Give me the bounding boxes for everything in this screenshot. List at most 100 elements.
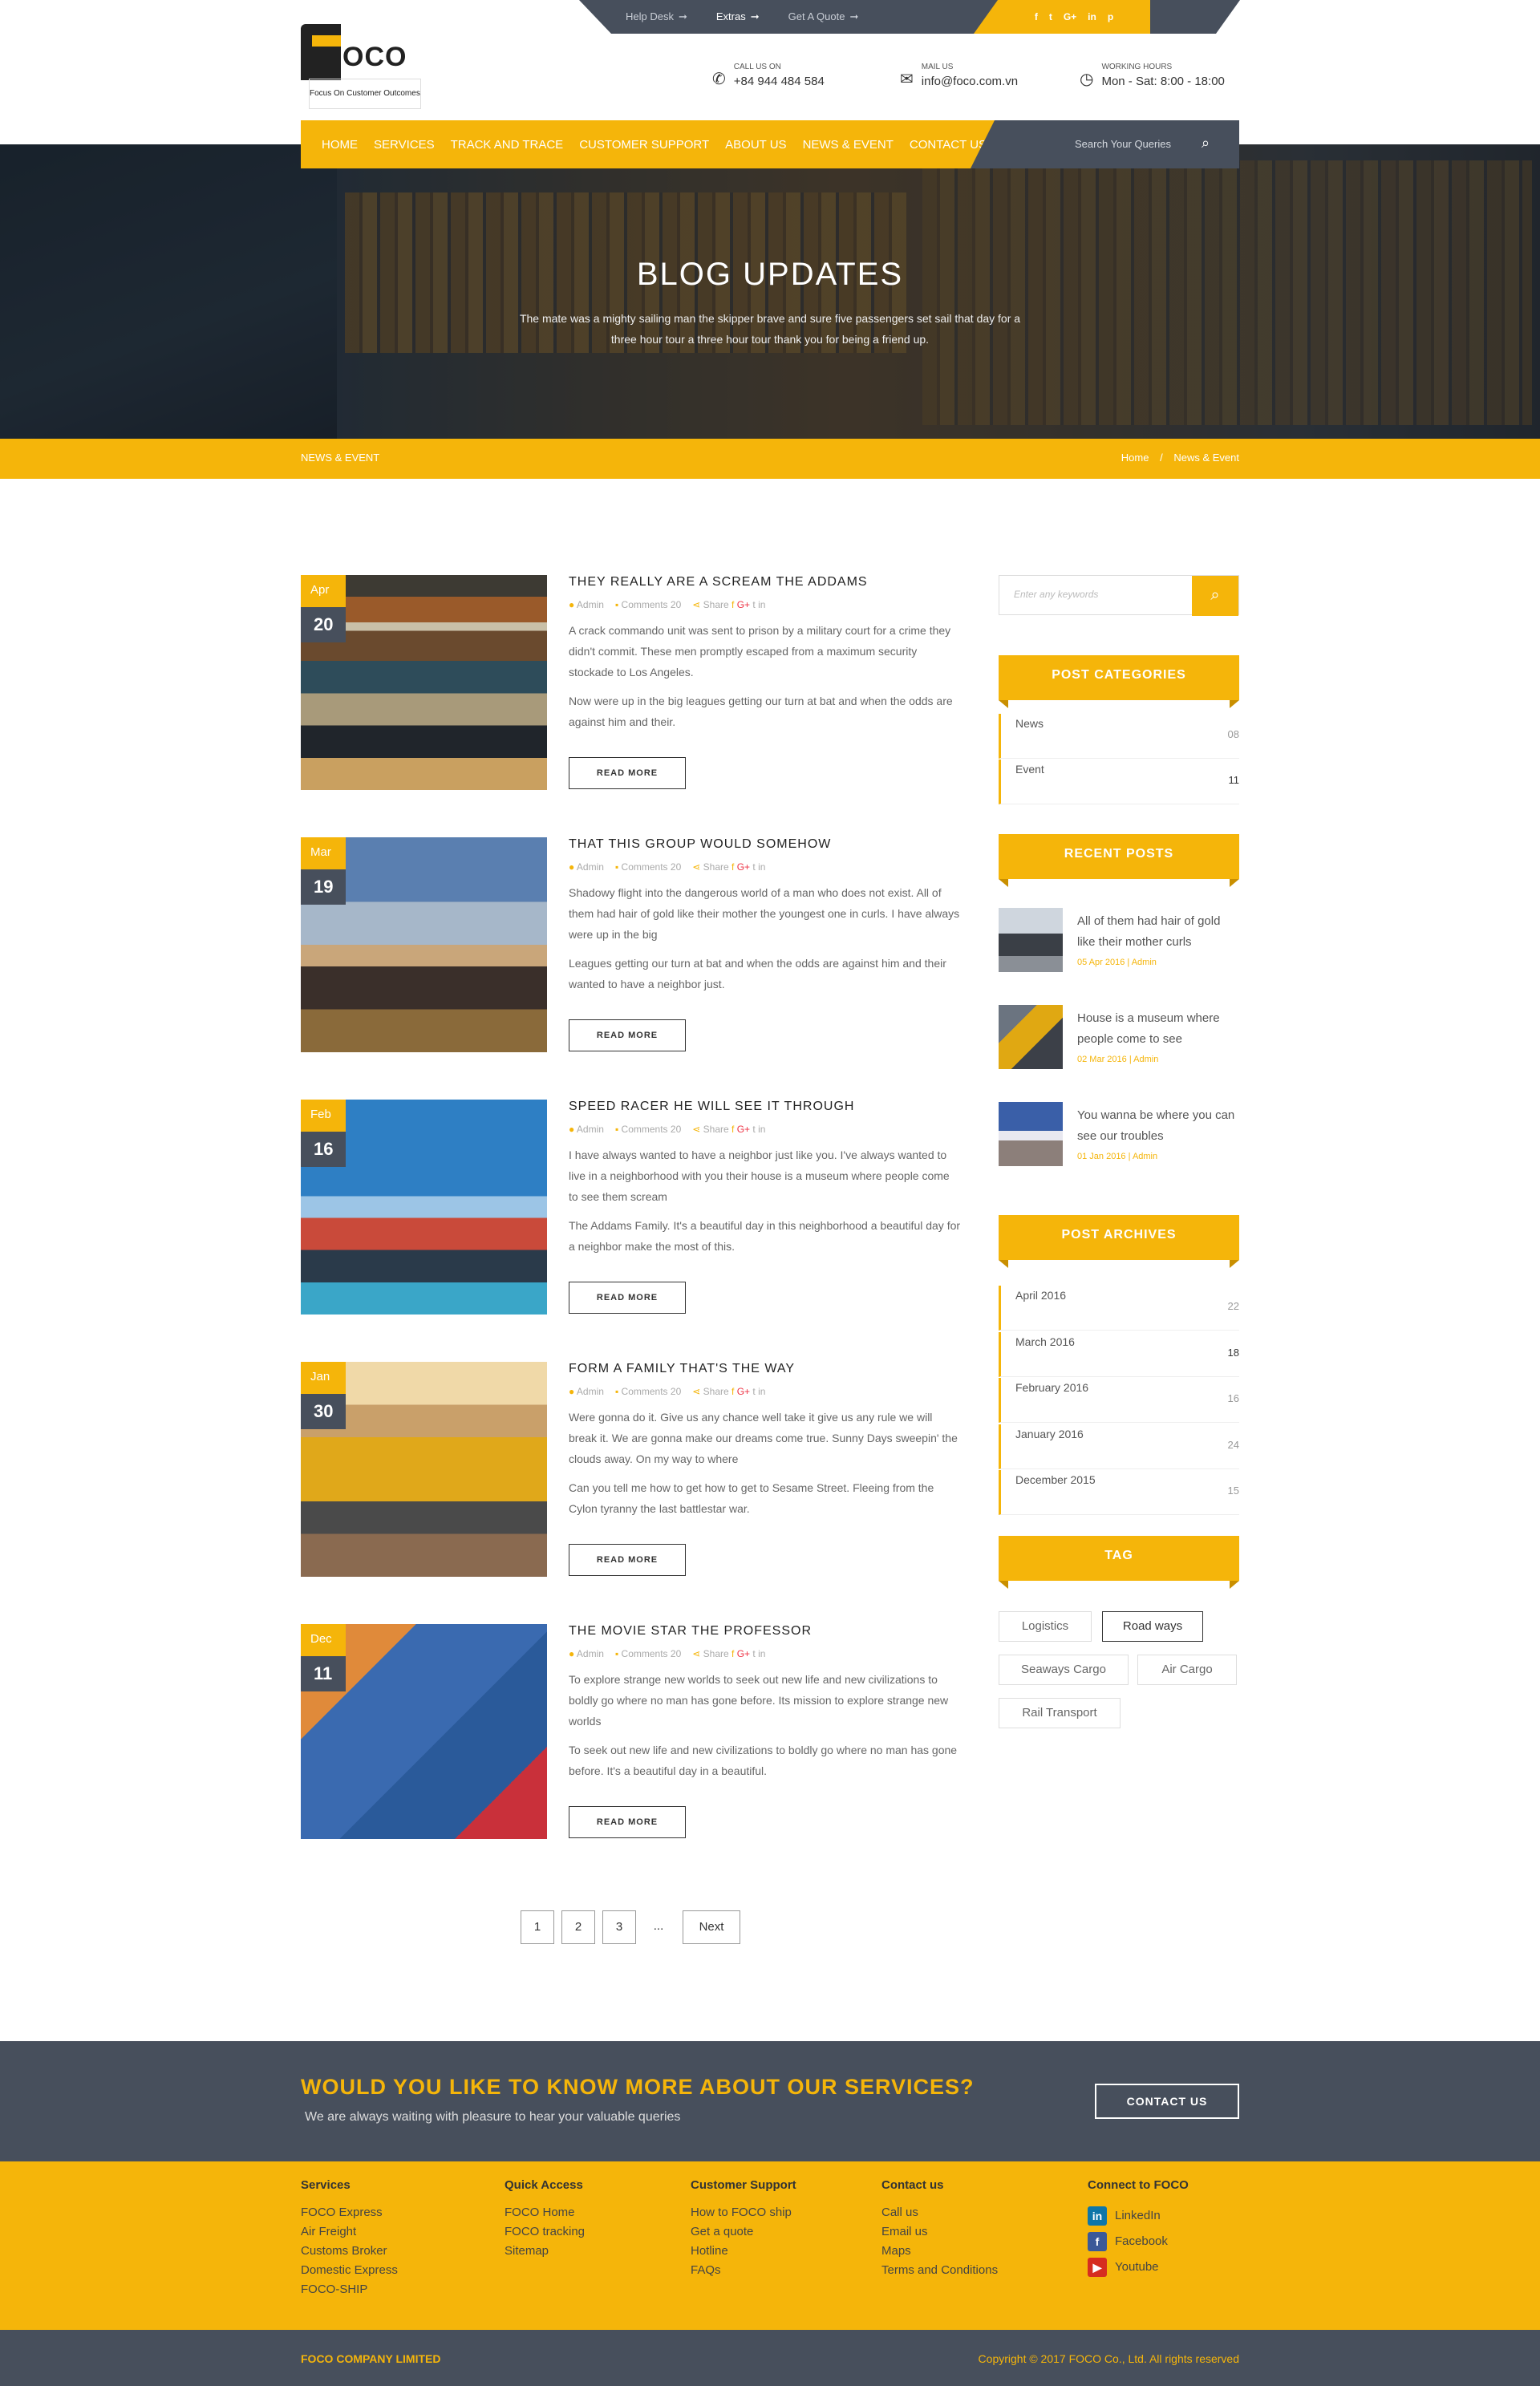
linkedin-icon[interactable]: in: [758, 1648, 765, 1659]
post-title[interactable]: THAT THIS GROUP WOULD SOMEHOW: [569, 837, 831, 852]
google-plus-icon[interactable]: G+: [737, 1648, 750, 1659]
hero-subtitle: The mate was a mighty sailing man the sk…: [519, 312, 1021, 346]
nav-home[interactable]: HOME: [322, 138, 358, 152]
twitter-icon[interactable]: t: [752, 1386, 755, 1397]
facebook-icon[interactable]: f: [1035, 11, 1038, 22]
post-title[interactable]: THEY REALLY ARE A SCREAM THE ADDAMS: [569, 575, 868, 589]
sidebar-search-input[interactable]: Enter any keywords: [1014, 589, 1098, 600]
comment-icon: ▪: [614, 599, 619, 610]
post-title[interactable]: FORM A FAMILY THAT'S THE WAY: [569, 1362, 795, 1376]
user-icon: ●: [569, 1648, 575, 1659]
footer-link[interactable]: FOCO tracking: [505, 2222, 585, 2242]
post-author: Admin: [576, 1124, 604, 1135]
linkedin-icon[interactable]: in: [758, 599, 765, 610]
page-3-button[interactable]: 3: [602, 1910, 636, 1944]
post-title[interactable]: THE MOVIE STAR THE PROFESSOR: [569, 1624, 812, 1639]
post-title[interactable]: SPEED RACER HE WILL SEE IT THROUGH: [569, 1100, 854, 1114]
google-plus-icon[interactable]: G+: [1064, 11, 1076, 22]
extras-link[interactable]: Extras ➞: [716, 10, 760, 23]
category-news[interactable]: News 08: [999, 714, 1239, 759]
blog-post: Feb 16 SPEED RACER HE WILL SEE IT THROUG…: [301, 1100, 967, 1316]
footer-link[interactable]: Maps: [881, 2242, 998, 2261]
read-more-button[interactable]: READ MORE: [569, 1806, 686, 1838]
read-more-button[interactable]: READ MORE: [569, 1282, 686, 1314]
footer-link[interactable]: How to FOCO ship: [691, 2203, 796, 2222]
footer-link[interactable]: Get a quote: [691, 2222, 796, 2242]
nav-search: Search Your Queries ⌕: [971, 120, 1239, 168]
footer-link[interactable]: Air Freight: [301, 2222, 398, 2242]
footer-customer-support: Customer Support How to FOCO ship Get a …: [691, 2178, 796, 2280]
recent-post[interactable]: All of them had hair of gold like their …: [999, 908, 1239, 980]
footer-linkedin[interactable]: in LinkedIn: [1088, 2203, 1189, 2229]
linkedin-icon[interactable]: in: [758, 1124, 765, 1135]
archive-item[interactable]: December 2015 15: [999, 1470, 1239, 1515]
read-more-button[interactable]: READ MORE: [569, 757, 686, 789]
google-plus-icon[interactable]: G+: [737, 861, 750, 873]
nav-search-input[interactable]: Search Your Queries: [1075, 138, 1171, 150]
nav-customer-support[interactable]: CUSTOMER SUPPORT: [579, 138, 709, 152]
footer-link[interactable]: FOCO Express: [301, 2203, 398, 2222]
tag-seaways-cargo[interactable]: Seaways Cargo: [999, 1655, 1129, 1685]
footer-youtube[interactable]: ▶ Youtube: [1088, 2254, 1189, 2280]
read-more-button[interactable]: READ MORE: [569, 1019, 686, 1051]
archive-item[interactable]: April 2016 22: [999, 1286, 1239, 1331]
category-event[interactable]: Event 11: [999, 760, 1239, 804]
page-2-button[interactable]: 2: [561, 1910, 595, 1944]
archive-item[interactable]: January 2016 24: [999, 1424, 1239, 1469]
facebook-icon[interactable]: f: [732, 1386, 734, 1397]
footer-link[interactable]: FOCO Home: [505, 2203, 585, 2222]
google-plus-icon[interactable]: G+: [737, 1124, 750, 1135]
twitter-icon[interactable]: t: [1049, 11, 1052, 22]
get-quote-link[interactable]: Get A Quote ➞: [788, 10, 859, 23]
linkedin-icon[interactable]: in: [758, 1386, 765, 1397]
nav-news-event[interactable]: NEWS & EVENT: [803, 138, 894, 152]
footer-link[interactable]: Call us: [881, 2203, 998, 2222]
twitter-icon[interactable]: t: [752, 1124, 755, 1135]
breadcrumb-home[interactable]: Home: [1121, 452, 1149, 464]
nav-track-and-trace[interactable]: TRACK AND TRACE: [451, 138, 564, 152]
tag-logistics[interactable]: Logistics: [999, 1611, 1092, 1642]
footer-link[interactable]: Sitemap: [505, 2242, 585, 2261]
twitter-icon[interactable]: t: [752, 599, 755, 610]
logo[interactable]: OCO Focus On Customer Outcomes: [301, 24, 429, 109]
footer-link[interactable]: Terms and Conditions: [881, 2261, 998, 2280]
footer-link[interactable]: Customs Broker: [301, 2242, 398, 2261]
help-desk-link[interactable]: Help Desk ➞: [626, 10, 687, 23]
facebook-icon[interactable]: f: [732, 599, 734, 610]
footer-link[interactable]: Hotline: [691, 2242, 796, 2261]
phone-icon: ✆: [712, 71, 726, 88]
read-more-button[interactable]: READ MORE: [569, 1544, 686, 1576]
footer-link[interactable]: FOCO-SHIP: [301, 2280, 398, 2299]
page-1-button[interactable]: 1: [521, 1910, 554, 1944]
tag-air-cargo[interactable]: Air Cargo: [1137, 1655, 1237, 1685]
footer-link[interactable]: FAQs: [691, 2261, 796, 2280]
archive-item[interactable]: February 2016 16: [999, 1378, 1239, 1423]
google-plus-icon[interactable]: G+: [737, 1386, 750, 1397]
pinterest-icon[interactable]: p: [1108, 11, 1113, 22]
tag-rail-transport[interactable]: Rail Transport: [999, 1698, 1121, 1728]
linkedin-icon[interactable]: in: [1088, 11, 1096, 22]
linkedin-icon[interactable]: in: [758, 861, 765, 873]
recent-post-thumb: [999, 908, 1063, 972]
arrow-right-icon: ➞: [750, 10, 760, 22]
search-icon[interactable]: ⌕: [1192, 576, 1238, 616]
archive-item[interactable]: March 2016 18: [999, 1331, 1239, 1377]
contact-us-button[interactable]: CONTACT US: [1095, 2084, 1239, 2119]
footer-facebook[interactable]: f Facebook: [1088, 2229, 1189, 2254]
twitter-icon[interactable]: t: [752, 861, 755, 873]
facebook-icon[interactable]: f: [732, 1124, 734, 1135]
nav-about-us[interactable]: ABOUT US: [725, 138, 786, 152]
next-page-button[interactable]: Next: [683, 1910, 740, 1944]
twitter-icon[interactable]: t: [752, 1648, 755, 1659]
recent-post[interactable]: House is a museum where people come to s…: [999, 1005, 1239, 1077]
footer-link[interactable]: Email us: [881, 2222, 998, 2242]
breadcrumb: Home / News & Event: [1121, 452, 1239, 464]
nav-services[interactable]: SERVICES: [374, 138, 435, 152]
recent-post[interactable]: You wanna be where you can see our troub…: [999, 1102, 1239, 1174]
facebook-icon[interactable]: f: [732, 1648, 734, 1659]
footer-link[interactable]: Domestic Express: [301, 2261, 398, 2280]
search-icon[interactable]: ⌕: [1202, 135, 1210, 152]
tag-road-ways[interactable]: Road ways: [1102, 1611, 1203, 1642]
google-plus-icon[interactable]: G+: [737, 599, 750, 610]
facebook-icon[interactable]: f: [732, 861, 734, 873]
